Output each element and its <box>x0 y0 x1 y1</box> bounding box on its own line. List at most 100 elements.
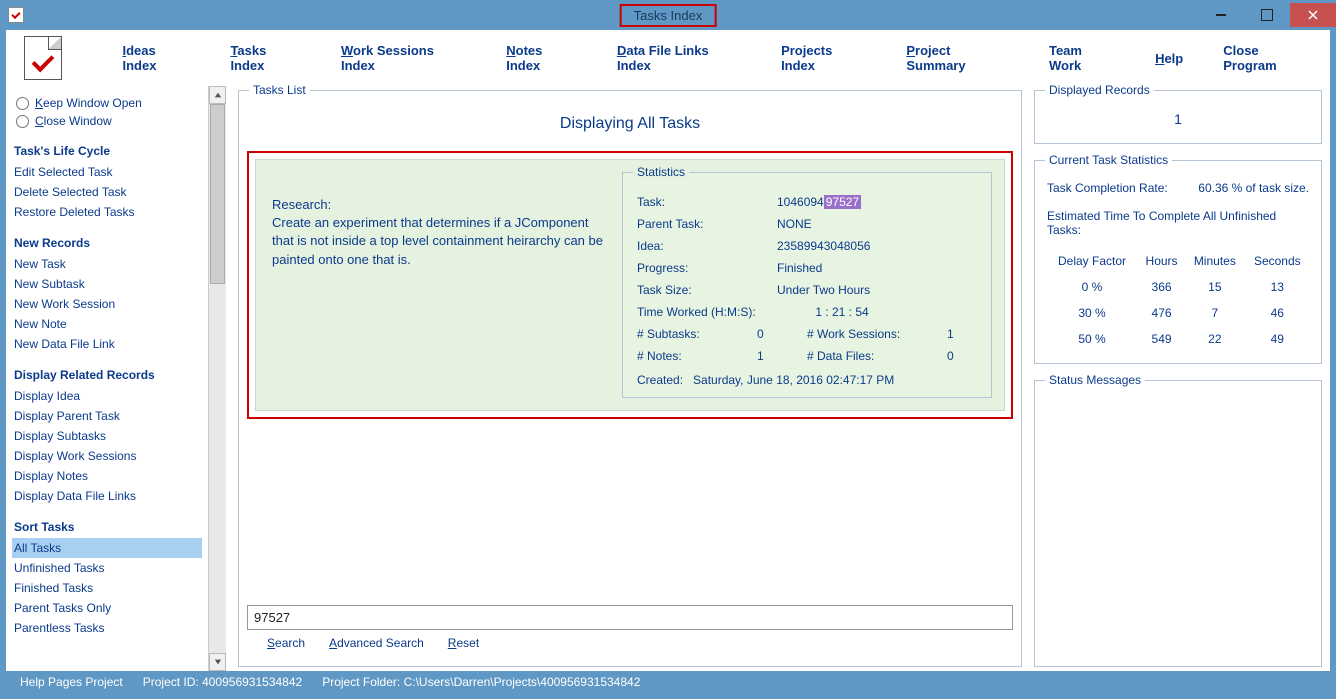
status-messages-legend: Status Messages <box>1045 373 1145 387</box>
nav-all-tasks[interactable]: All Tasks <box>12 538 202 558</box>
stat-task-label: Task: <box>637 195 777 209</box>
nav-new-task[interactable]: New Task <box>12 254 202 274</box>
nav-delete-task[interactable]: Delete Selected Task <box>12 182 202 202</box>
current-task-stats-panel: Current Task Statistics Task Completion … <box>1034 160 1322 364</box>
scroll-thumb[interactable] <box>210 104 225 284</box>
displayed-records-value: 1 <box>1045 105 1311 133</box>
nav-parent-only[interactable]: Parent Tasks Only <box>12 598 202 618</box>
section-sort: Sort Tasks <box>12 520 202 534</box>
stat-created-label: Created: <box>637 373 683 387</box>
stat-notes-label: # Notes: <box>637 349 757 363</box>
stat-parent-label: Parent Task: <box>637 217 777 231</box>
scroll-down-button[interactable] <box>209 653 226 671</box>
menu-data[interactable]: Data File Links Index <box>617 43 741 73</box>
nav-unfinished[interactable]: Unfinished Tasks <box>12 558 202 578</box>
app-icon <box>8 7 24 23</box>
search-input[interactable] <box>247 605 1013 630</box>
logo-icon <box>24 36 62 80</box>
table-row: 30 %476746 <box>1047 301 1309 325</box>
displayed-records-legend: Displayed Records <box>1045 83 1154 97</box>
nav-disp-sub[interactable]: Display Subtasks <box>12 426 202 446</box>
section-life-cycle: Task's Life Cycle <box>12 144 202 158</box>
nav-finished[interactable]: Finished Tasks <box>12 578 202 598</box>
menu-tasks[interactable]: Tasks Index <box>230 43 301 73</box>
menu-team[interactable]: Team Work <box>1049 43 1115 73</box>
stat-ws-label: # Work Sessions: <box>807 327 947 341</box>
section-display: Display Related Records <box>12 368 202 382</box>
menubar: Ideas Index Tasks Index Work Sessions In… <box>6 30 1330 86</box>
table-row: 50 %5492249 <box>1047 327 1309 351</box>
stat-size-label: Task Size: <box>637 283 777 297</box>
menu-close[interactable]: Close Program <box>1223 43 1312 73</box>
stat-progress-value: Finished <box>777 261 977 275</box>
nav-new-note[interactable]: New Note <box>12 314 202 334</box>
table-row: 0 %3661513 <box>1047 275 1309 299</box>
task-desc-body: Create an experiment that determines if … <box>272 214 610 269</box>
footer-help[interactable]: Help Pages Project <box>20 675 123 689</box>
statistics-panel: Statistics Task:104609497527 Parent Task… <box>622 172 992 398</box>
menu-notes[interactable]: Notes Index <box>506 43 577 73</box>
nav-new-work[interactable]: New Work Session <box>12 294 202 314</box>
menu-projects[interactable]: Projects Index <box>781 43 866 73</box>
stat-df-value: 0 <box>947 349 977 363</box>
completion-rate-label: Task Completion Rate: <box>1047 181 1168 195</box>
task-card[interactable]: Research: Create an experiment that dete… <box>255 159 1005 411</box>
menu-ideas[interactable]: Ideas Index <box>122 43 190 73</box>
nav-new-subtask[interactable]: New Subtask <box>12 274 202 294</box>
tasks-list-legend: Tasks List <box>249 83 310 97</box>
nav-disp-data[interactable]: Display Data File Links <box>12 486 202 506</box>
radio-close-window[interactable]: Close Window <box>12 112 202 130</box>
nav-disp-notes[interactable]: Display Notes <box>12 466 202 486</box>
stat-idea-label: Idea: <box>637 239 777 253</box>
stat-progress-label: Progress: <box>637 261 777 275</box>
window-title: Tasks Index <box>620 4 717 27</box>
menu-summary[interactable]: Project Summary <box>906 43 1009 73</box>
stat-idea-value: 23589943048056 <box>777 239 977 253</box>
radio-keep-open[interactable]: Keep Window Open <box>12 94 202 112</box>
nav-disp-work[interactable]: Display Work Sessions <box>12 446 202 466</box>
stat-parent-value: NONE <box>777 217 977 231</box>
stat-size-value: Under Two Hours <box>777 283 977 297</box>
estimated-time-label: Estimated Time To Complete All Unfinishe… <box>1045 201 1311 247</box>
stat-ws-value: 1 <box>947 327 977 341</box>
displayed-records-panel: Displayed Records 1 <box>1034 90 1322 144</box>
titlebar: Tasks Index <box>0 0 1336 30</box>
current-task-stats-legend: Current Task Statistics <box>1045 153 1172 167</box>
sidebar: Keep Window Open Close Window Task's Lif… <box>6 86 208 671</box>
status-messages-panel: Status Messages <box>1034 380 1322 667</box>
th-seconds: Seconds <box>1246 249 1309 273</box>
nav-new-data[interactable]: New Data File Link <box>12 334 202 354</box>
completion-rate-value: 60.36 % of task size. <box>1198 181 1309 195</box>
section-new-records: New Records <box>12 236 202 250</box>
menu-help[interactable]: Help <box>1155 51 1183 66</box>
stat-task-value: 104609497527 <box>777 195 977 209</box>
nav-disp-parent[interactable]: Display Parent Task <box>12 406 202 426</box>
footer: Help Pages Project Project ID: 400956931… <box>6 671 1330 693</box>
scroll-up-button[interactable] <box>209 86 226 104</box>
nav-disp-idea[interactable]: Display Idea <box>12 386 202 406</box>
task-card-highlight: Research: Create an experiment that dete… <box>247 151 1013 419</box>
stat-notes-value: 1 <box>757 349 807 363</box>
task-description: Research: Create an experiment that dete… <box>268 172 610 398</box>
reset-link[interactable]: Reset <box>448 636 479 650</box>
close-button[interactable] <box>1290 3 1336 27</box>
nav-parentless[interactable]: Parentless Tasks <box>12 618 202 638</box>
stat-df-label: # Data Files: <box>807 349 947 363</box>
advanced-search-link[interactable]: Advanced Search <box>329 636 424 650</box>
th-hours: Hours <box>1139 249 1184 273</box>
nav-edit-task[interactable]: Edit Selected Task <box>12 162 202 182</box>
stat-worked-value: 1 : 21 : 54 <box>777 305 977 319</box>
nav-restore-task[interactable]: Restore Deleted Tasks <box>12 202 202 222</box>
th-delay: Delay Factor <box>1047 249 1137 273</box>
maximize-button[interactable] <box>1244 3 1290 27</box>
minimize-button[interactable] <box>1198 3 1244 27</box>
stat-worked-label: Time Worked (H:M:S): <box>637 305 777 319</box>
scrollbar[interactable] <box>208 86 226 671</box>
delay-table: Delay Factor Hours Minutes Seconds 0 %36… <box>1045 247 1311 353</box>
search-link[interactable]: Search <box>267 636 305 650</box>
statistics-legend: Statistics <box>633 165 689 179</box>
tasks-list-panel: Tasks List Displaying All Tasks Research… <box>238 90 1022 667</box>
footer-project-folder: Project Folder: C:\Users\Darren\Projects… <box>322 675 640 689</box>
tasks-list-title: Displaying All Tasks <box>247 115 1013 133</box>
menu-work[interactable]: Work Sessions Index <box>341 43 466 73</box>
